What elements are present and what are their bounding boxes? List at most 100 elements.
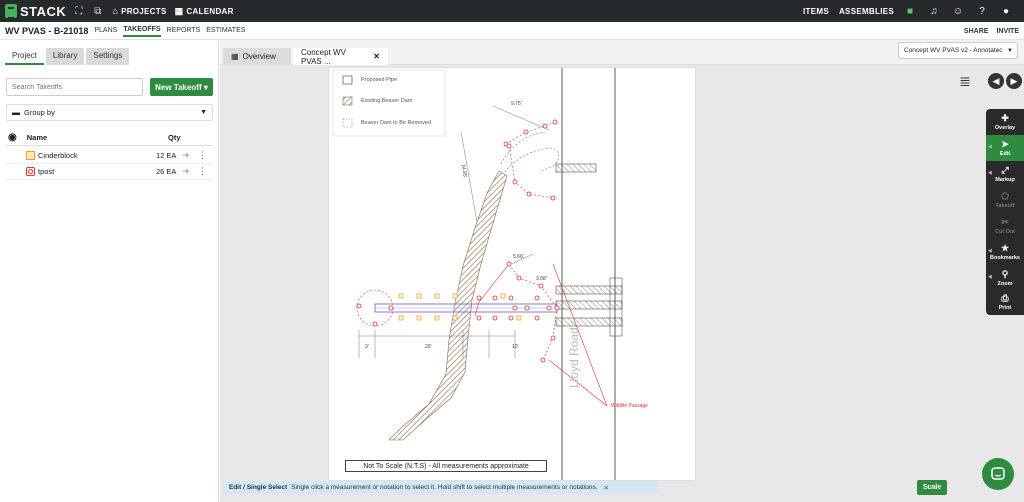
go-to-arrow-icon[interactable]: ➔ — [182, 166, 190, 177]
tab-concept-label: Concept WV PVAS ... — [301, 47, 346, 66]
tool-markup[interactable]: ◀ ⤢ Markup — [986, 161, 1024, 187]
project-nav-bar: WV PVAS - B-21018 PLANS TAKEOFFS REPORTS… — [0, 22, 1024, 40]
tab-overview-label: Overview — [242, 52, 276, 61]
sheet-select-value: Concept WV PVAS v2 - Annotatec — [904, 47, 1003, 54]
tab-overview[interactable]: ▦ Overview — [223, 48, 291, 65]
caret-left-icon: ◀ — [988, 170, 992, 176]
tpost-symbol-icon — [26, 167, 35, 176]
chat-support-button[interactable] — [982, 458, 1014, 490]
tool-cut-out[interactable]: ✂ Cut Out — [986, 213, 1024, 239]
group-by-select[interactable]: ▬ Group by ▼ — [6, 104, 213, 121]
gift-icon[interactable]: ■ — [904, 5, 916, 17]
row-name: Cinderblock — [38, 151, 78, 160]
road-label: Lloyd Road — [567, 327, 581, 388]
cursor-icon: ➤ — [1001, 139, 1009, 149]
tool-print[interactable]: ⎙ Print — [986, 289, 1024, 315]
tab-takeoffs[interactable]: TAKEOFFS — [123, 24, 161, 37]
calendar-label: CALENDAR — [186, 6, 234, 16]
row-qty: 26 EA — [156, 167, 177, 176]
plan-sheet[interactable]: Proposed Pipe Existing Beaver Dam Beaver… — [329, 68, 695, 480]
scale-note: Not To Scale (N.T.S) - All measurements … — [345, 460, 547, 472]
tool-rail: ✚ Overlay ◀ ➤ Edit ◀ ⤢ Markup ⬠ Takeoff … — [986, 109, 1024, 315]
assemblies-link[interactable]: ASSEMBLIES — [839, 7, 894, 16]
column-name: Name — [26, 133, 48, 142]
projects-label: PROJECTS — [121, 6, 167, 16]
star-icon: ★ — [1000, 243, 1010, 253]
legend-existing-beaver-dam: Existing Beaver Dam — [361, 98, 413, 104]
bell-icon[interactable]: ♫ — [928, 5, 940, 17]
layers-icon[interactable]: ≣ — [957, 73, 973, 89]
chat-icon — [991, 467, 1005, 480]
tab-project[interactable]: Project — [5, 48, 44, 65]
overlay-icon: ✚ — [1001, 113, 1009, 123]
tab-concept-sheet[interactable]: Concept WV PVAS ... ✕ — [293, 47, 388, 66]
project-title: WV PVAS - B-21018 — [5, 25, 89, 36]
tool-zoom[interactable]: ◀ ⚲ Zoom — [986, 265, 1024, 291]
tab-estimates[interactable]: ESTIMATES — [206, 25, 245, 36]
previous-sheet-icon[interactable]: ◀ — [988, 73, 1004, 89]
users-icon[interactable]: ☺ — [952, 5, 964, 17]
zoom-icon: ⚲ — [1001, 269, 1009, 279]
folder-icon: ▬ — [12, 108, 20, 117]
dim-label: 3' — [365, 344, 369, 350]
brand-name: STACK — [20, 3, 67, 19]
help-icon[interactable]: ? — [976, 5, 988, 17]
dim-label: 20' — [425, 344, 432, 350]
takeoff-icon: ⬠ — [1001, 191, 1009, 201]
panel-tabs: Project Library Settings — [5, 48, 131, 65]
projects-link[interactable]: ⌂ PROJECTS — [112, 6, 166, 16]
tab-library[interactable]: Library — [45, 48, 85, 65]
takeoff-table-header: ◉ Name Qty — [6, 130, 213, 146]
calendar-icon: ▦ — [174, 5, 184, 16]
scale-button[interactable]: Scale — [917, 480, 947, 495]
visibility-eye-icon[interactable]: ◉ — [8, 132, 17, 143]
chevron-down-icon: ▼ — [1007, 47, 1013, 54]
invite-link[interactable]: INVITE — [996, 28, 1019, 35]
tab-settings[interactable]: Settings — [86, 48, 130, 65]
more-options-icon[interactable]: ⋮ — [198, 166, 207, 177]
status-message: Single click a measurement or notation t… — [291, 484, 598, 491]
tool-overlay[interactable]: ✚ Overlay — [986, 109, 1024, 135]
expand-icon[interactable]: ⛶ — [72, 5, 85, 18]
plan-canvas[interactable]: Proposed Pipe Existing Beaver Dam Beaver… — [220, 65, 1024, 502]
tool-bookmarks[interactable]: ◀ ★ Bookmarks — [986, 239, 1024, 265]
next-sheet-icon[interactable]: ▶ — [1006, 73, 1022, 89]
status-bar: Edit / Single Select Single click a meas… — [223, 481, 658, 494]
row-qty: 12 EA — [156, 151, 177, 160]
tab-reports[interactable]: REPORTS — [167, 25, 201, 36]
user-profile-icon[interactable]: ● — [1000, 5, 1012, 17]
more-options-icon[interactable]: ⋮ — [198, 150, 207, 161]
table-row[interactable]: Cinderblock 12 EA ➔ ⋮ — [6, 148, 213, 164]
share-link[interactable]: SHARE — [964, 28, 989, 35]
go-to-arrow-icon[interactable]: ➔ — [182, 150, 190, 161]
search-takeoffs-input[interactable] — [6, 78, 143, 96]
dim-label: 9.75' — [511, 101, 522, 107]
caret-left-icon: ◀ — [988, 274, 992, 280]
stack-logo-icon — [5, 4, 17, 19]
calendar-link[interactable]: ▦ CALENDAR — [175, 6, 234, 17]
column-qty: Qty — [168, 133, 181, 142]
tool-takeoff[interactable]: ⬠ Takeoff — [986, 187, 1024, 213]
legend-dam-to-remove: Beaver Dam to Be Removed — [361, 120, 432, 126]
new-takeoff-button[interactable]: New Takeoff ▾ — [150, 78, 213, 96]
status-mode: Edit / Single Select — [229, 484, 288, 491]
tool-takeoff-label: Takeoff — [995, 203, 1015, 209]
tool-bookmarks-label: Bookmarks — [990, 255, 1020, 261]
group-by-label: Group by — [24, 108, 55, 117]
external-link-icon[interactable]: ⧉ — [91, 5, 104, 18]
tab-plans[interactable]: PLANS — [94, 25, 117, 36]
wildlife-passage-label: Wildlife Passage — [611, 403, 648, 409]
plan-drawing — [332, 68, 623, 480]
close-tab-icon[interactable]: ✕ — [373, 52, 380, 61]
tool-edit-label: Edit — [999, 151, 1011, 157]
table-row[interactable]: tpost 26 EA ➔ ⋮ — [6, 164, 213, 180]
grid-icon: ▦ — [231, 52, 239, 61]
tool-edit[interactable]: ◀ ➤ Edit — [986, 135, 1024, 161]
top-nav-bar: STACK ⛶ ⧉ ⌂ PROJECTS ▦ CALENDAR ITEMS ASSE… — [0, 0, 1024, 22]
dim-label: 5.66' — [513, 254, 524, 260]
sheet-select[interactable]: Concept WV PVAS v2 - Annotatec ▼ — [898, 42, 1018, 59]
tool-print-label: Print — [998, 305, 1012, 311]
stack-logo[interactable]: STACK — [5, 4, 66, 19]
items-link[interactable]: ITEMS — [803, 7, 829, 16]
close-status-icon[interactable]: ✕ — [604, 484, 609, 492]
